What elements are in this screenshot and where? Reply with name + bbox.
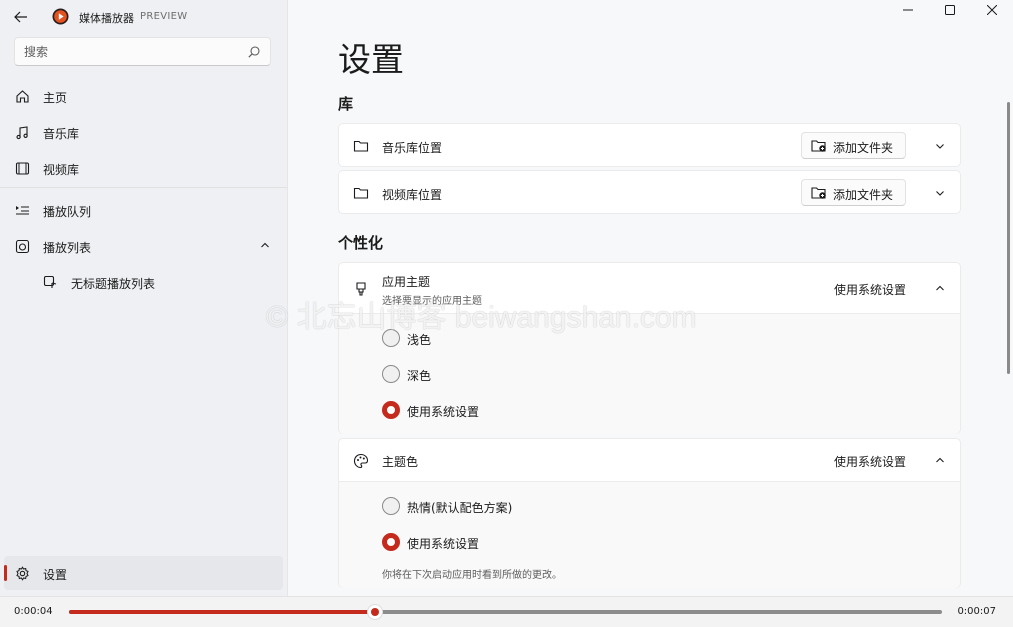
- playlist-item-icon: [42, 274, 58, 290]
- add-folder-icon: [811, 187, 826, 199]
- add-music-folder-button[interactable]: 添加文件夹: [801, 132, 906, 159]
- media-player-window: 媒体播放器 PREVIEW 主页 音乐库 视频库 播放队列 播放列表: [0, 0, 1013, 627]
- total-time: 0:00:07: [957, 606, 996, 617]
- sidebar-item-queue[interactable]: 播放队列: [4, 193, 283, 227]
- app-theme-value: 使用系统设置: [833, 283, 906, 297]
- restart-note: 你将在下次启动应用时看到所做的更改。: [382, 570, 562, 581]
- queue-icon: [14, 202, 30, 218]
- back-button[interactable]: [9, 6, 33, 28]
- add-folder-label: 添加文件夹: [833, 141, 894, 155]
- preview-badge: PREVIEW: [140, 11, 188, 22]
- sidebar-item-label: 无标题播放列表: [71, 277, 156, 291]
- playback-bar: 0:00:04 0:00:07: [0, 596, 1013, 627]
- window-controls: [887, 0, 1013, 20]
- film-icon: [14, 160, 30, 176]
- playlist-icon: [14, 238, 30, 254]
- app-logo-icon: [52, 8, 69, 25]
- radio-button[interactable]: [382, 365, 400, 383]
- folder-icon: [353, 140, 369, 152]
- sidebar-item-label: 主页: [43, 91, 68, 105]
- app-title: 媒体播放器: [79, 12, 134, 25]
- accent-color-label: 主题色: [382, 455, 419, 469]
- folder-icon: [353, 187, 369, 199]
- seek-bar-progress: [69, 610, 375, 614]
- seek-bar[interactable]: [69, 604, 942, 620]
- video-library-card[interactable]: 视频库位置 添加文件夹: [338, 170, 961, 214]
- seek-thumb[interactable]: [366, 604, 383, 620]
- search-input[interactable]: [24, 43, 234, 61]
- sidebar-item-label: 播放列表: [43, 241, 92, 255]
- sidebar-item-playlists[interactable]: 播放列表: [4, 229, 283, 263]
- maximize-icon: [945, 5, 955, 15]
- personalization-heading: 个性化: [338, 234, 384, 252]
- radio-label: 使用系统设置: [407, 537, 480, 551]
- radio-label: 深色: [407, 369, 432, 383]
- video-library-label: 视频库位置: [382, 188, 443, 202]
- title-bar: 媒体播放器 PREVIEW: [0, 0, 287, 34]
- add-folder-label: 添加文件夹: [833, 188, 894, 202]
- radio-button-selected[interactable]: [382, 401, 400, 419]
- minimize-button[interactable]: [887, 0, 929, 20]
- close-button[interactable]: [971, 0, 1013, 20]
- close-icon: [987, 5, 997, 15]
- sidebar-item-music[interactable]: 音乐库: [4, 115, 283, 149]
- radio-label: 热情(默认配色方案): [407, 501, 513, 515]
- back-arrow-icon: [14, 11, 27, 23]
- watermark: © 北忘山博客 beiwangshan.com: [266, 301, 697, 334]
- search-icon[interactable]: [247, 45, 261, 59]
- add-folder-icon: [811, 140, 826, 152]
- chevron-down-icon[interactable]: [934, 140, 946, 152]
- accent-color-value: 使用系统设置: [833, 455, 906, 469]
- music-library-label: 音乐库位置: [382, 141, 443, 155]
- maximize-button[interactable]: [929, 0, 971, 20]
- music-library-card[interactable]: 音乐库位置 添加文件夹: [338, 123, 961, 167]
- sidebar: 媒体播放器 PREVIEW 主页 音乐库 视频库 播放队列 播放列表: [0, 0, 287, 596]
- app-theme-label: 应用主题: [382, 275, 431, 289]
- sidebar-item-label: 设置: [43, 568, 68, 582]
- sidebar-item-untitled-playlist[interactable]: 无标题播放列表: [4, 265, 283, 299]
- sidebar-item-settings[interactable]: 设置: [4, 556, 283, 590]
- music-note-icon: [14, 124, 30, 140]
- palette-icon: [353, 453, 369, 469]
- add-video-folder-button[interactable]: 添加文件夹: [801, 179, 906, 206]
- chevron-up-icon[interactable]: [259, 239, 271, 251]
- chevron-up-icon[interactable]: [934, 454, 946, 466]
- home-icon: [14, 88, 30, 104]
- sidebar-item-label: 音乐库: [43, 127, 80, 141]
- vertical-scrollbar[interactable]: [1007, 102, 1010, 374]
- radio-label: 使用系统设置: [407, 405, 480, 419]
- search-box[interactable]: [14, 37, 271, 66]
- minimize-icon: [903, 9, 913, 11]
- sidebar-divider: [0, 187, 287, 188]
- library-heading: 库: [338, 95, 354, 113]
- accent-color-header[interactable]: 主题色 使用系统设置: [339, 439, 960, 481]
- gear-icon: [14, 565, 30, 581]
- page-title: 设置: [338, 40, 404, 79]
- sidebar-item-label: 播放队列: [43, 205, 92, 219]
- sidebar-item-home[interactable]: 主页: [4, 79, 283, 113]
- radio-button-selected[interactable]: [382, 533, 400, 551]
- chevron-down-icon[interactable]: [934, 187, 946, 199]
- sidebar-item-video[interactable]: 视频库: [4, 151, 283, 185]
- accent-color-options: 热情(默认配色方案) 使用系统设置 你将在下次启动应用时看到所做的更改。: [339, 481, 960, 588]
- app-theme-card: 应用主题 选择要显示的应用主题 使用系统设置 浅色 深色 使用系统设置: [338, 262, 961, 434]
- accent-color-card: 主题色 使用系统设置 热情(默认配色方案) 使用系统设置 你将在下次启动应用时看…: [338, 438, 961, 588]
- sidebar-item-label: 视频库: [43, 163, 80, 177]
- chevron-up-icon[interactable]: [934, 282, 946, 294]
- current-time: 0:00:04: [14, 606, 53, 617]
- radio-button[interactable]: [382, 497, 400, 515]
